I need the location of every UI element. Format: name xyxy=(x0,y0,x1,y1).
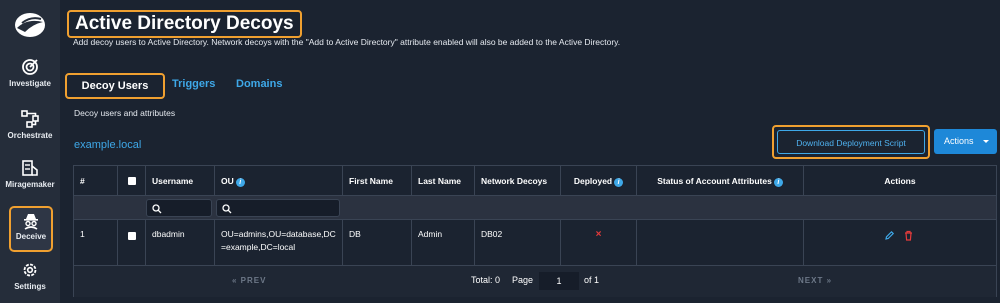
page-subtitle: Add decoy users to Active Directory. Net… xyxy=(73,37,621,47)
column-header-status[interactable]: Status of Account Attributes i xyxy=(637,166,804,195)
trash-icon[interactable] xyxy=(903,230,914,241)
app-logo-icon[interactable] xyxy=(13,8,47,42)
column-header-network-decoys[interactable]: Network Decoys xyxy=(475,166,561,195)
info-icon[interactable]: i xyxy=(614,178,624,187)
double-chevron-left-icon: « xyxy=(232,276,241,285)
info-icon[interactable]: i xyxy=(235,178,245,187)
tab-decoy-users[interactable]: Decoy Users xyxy=(65,73,165,99)
page-total: of 1 xyxy=(584,275,600,285)
column-header-ou-label: OU xyxy=(221,176,234,186)
sidebar-item-settings[interactable]: Settings xyxy=(0,261,60,303)
cell-ou: OU=admins,OU=database,DC=example,DC=loca… xyxy=(215,220,343,265)
sidebar-item-miragemaker[interactable]: Miragemaker xyxy=(0,159,60,205)
sidebar-item-investigate[interactable]: Investigate xyxy=(0,58,60,104)
username-filter-input[interactable] xyxy=(146,199,212,217)
cell-number: 1 xyxy=(74,220,118,265)
page-title: Active Directory Decoys xyxy=(67,10,302,38)
target-icon xyxy=(22,59,38,75)
table-filter-row xyxy=(74,196,996,220)
page-label: Page xyxy=(512,275,534,285)
sidebar-item-label: Deceive xyxy=(15,232,47,241)
column-header-first-name[interactable]: First Name xyxy=(343,166,412,195)
spy-icon xyxy=(24,214,38,230)
column-header-deployed[interactable]: Deployed i xyxy=(561,166,637,195)
sidebar: Investigate Orchestrate Miragemaker Dece… xyxy=(0,0,60,303)
column-header-number: # xyxy=(74,166,118,195)
table-header-row: # Username OU i First Name Last Name Netw… xyxy=(74,166,996,196)
decoy-users-table: # Username OU i First Name Last Name Netw… xyxy=(73,165,997,297)
not-deployed-icon: × xyxy=(595,229,602,240)
column-header-username[interactable]: Username xyxy=(146,166,215,195)
prev-label: PREV xyxy=(240,276,267,285)
download-deployment-script-button[interactable]: Download Deployment Script xyxy=(772,125,930,159)
select-all-checkbox[interactable] xyxy=(127,177,136,185)
sidebar-item-label: Settings xyxy=(14,282,46,291)
table-row: 1 dbadmin OU=admins,OU=database,DC=examp… xyxy=(74,220,996,266)
actions-button-label: Actions xyxy=(944,136,974,146)
sidebar-item-label: Investigate xyxy=(9,79,51,88)
section-description: Decoy users and attributes xyxy=(74,108,176,118)
search-icon xyxy=(222,204,232,214)
sidebar-item-label: Miragemaker xyxy=(5,180,55,189)
next-page-button[interactable]: NEXT » xyxy=(798,276,832,285)
double-chevron-right-icon: » xyxy=(823,276,833,285)
total-count: Total: 0 xyxy=(471,275,501,285)
layers-icon xyxy=(22,160,38,176)
column-header-last-name[interactable]: Last Name xyxy=(412,166,475,195)
domain-link[interactable]: example.local xyxy=(74,139,141,151)
actions-dropdown-button[interactable]: Actions xyxy=(934,129,997,154)
column-header-status-label: Status of Account Attributes xyxy=(657,176,772,186)
tab-triggers[interactable]: Triggers xyxy=(172,78,215,90)
cell-select xyxy=(118,220,146,265)
cell-actions xyxy=(804,220,996,265)
column-header-select xyxy=(118,166,146,195)
search-icon xyxy=(152,204,162,214)
column-header-actions: Actions xyxy=(884,176,916,186)
cell-username: dbadmin xyxy=(146,220,215,265)
sidebar-item-orchestrate[interactable]: Orchestrate xyxy=(0,110,60,156)
info-icon[interactable]: i xyxy=(773,178,783,187)
prev-page-button[interactable]: « PREV xyxy=(232,276,266,285)
tab-domains[interactable]: Domains xyxy=(236,78,282,90)
edit-icon[interactable] xyxy=(884,230,895,241)
cell-status xyxy=(637,220,804,265)
row-checkbox[interactable] xyxy=(127,232,136,240)
page-number-input[interactable]: 1 xyxy=(539,272,579,290)
cell-last-name: Admin xyxy=(412,220,475,265)
gear-icon xyxy=(23,263,37,277)
pagination-bar: « PREV Total: 0 Page 1 of 1 NEXT » xyxy=(74,266,996,297)
cell-network-decoys: DB02 xyxy=(475,220,561,265)
sidebar-item-label: Orchestrate xyxy=(7,131,53,140)
sidebar-item-deceive[interactable]: Deceive xyxy=(9,206,53,252)
cell-deployed: × xyxy=(561,220,637,265)
cell-first-name: DB xyxy=(343,220,412,265)
next-label: NEXT xyxy=(798,276,824,285)
download-button-label: Download Deployment Script xyxy=(777,130,925,154)
caret-down-icon xyxy=(983,140,989,143)
column-header-deployed-label: Deployed xyxy=(573,176,613,186)
column-header-ou[interactable]: OU i xyxy=(215,166,343,195)
main-content: Active Directory Decoys Add decoy users … xyxy=(60,0,1000,303)
ou-filter-input[interactable] xyxy=(216,199,340,217)
workflow-icon xyxy=(21,110,39,128)
